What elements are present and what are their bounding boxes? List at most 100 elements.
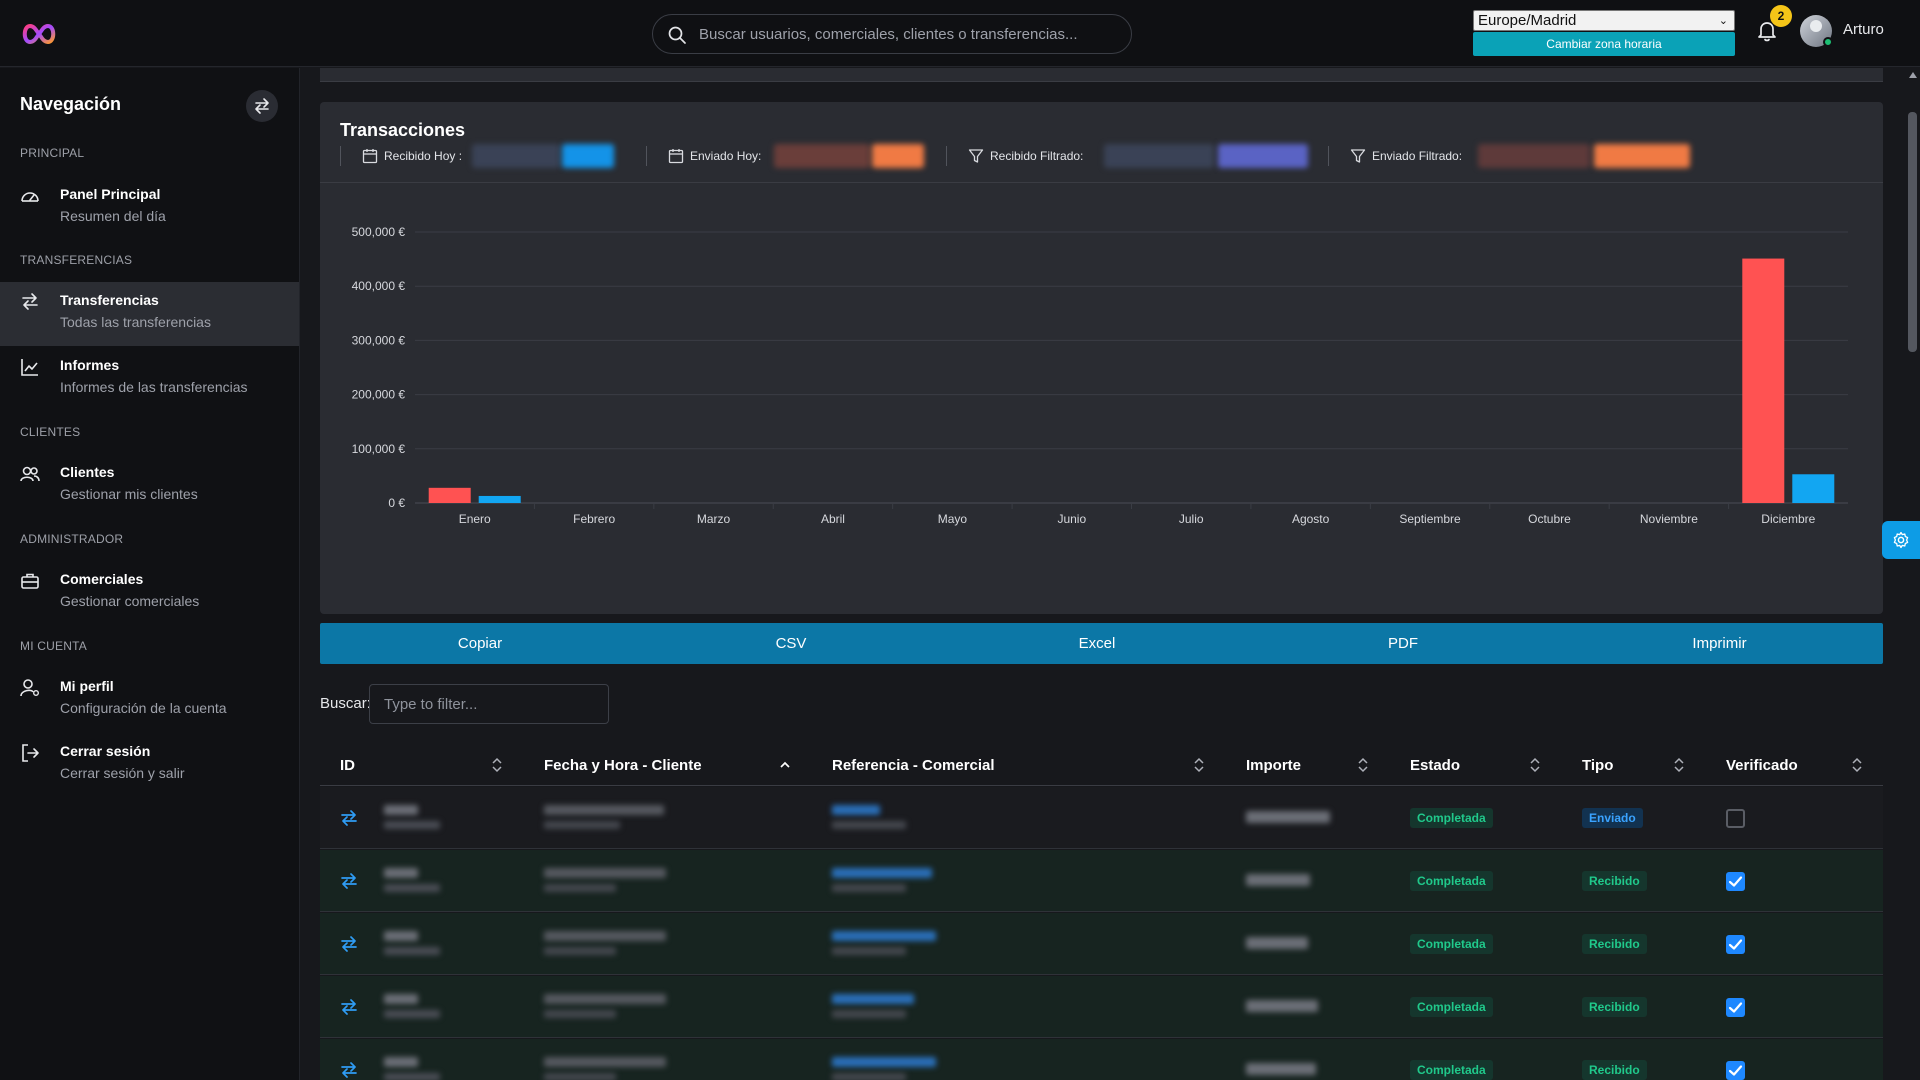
type-badge: Recibido — [1582, 871, 1647, 891]
sidebar-item-label: Panel Principal — [60, 186, 161, 202]
transactions-card: Transacciones Recibido Hoy : Enviado Hoy… — [320, 102, 1883, 614]
transfer-swap-icon[interactable] — [340, 999, 358, 1015]
checkmark-icon — [1728, 1065, 1743, 1076]
table-row[interactable]: Completada Recibido — [320, 1039, 1883, 1080]
sort-icon[interactable] — [1192, 756, 1206, 774]
transfer-swap-icon[interactable] — [340, 1062, 358, 1078]
y-tick-label: 100,000 € — [352, 442, 406, 456]
divider — [946, 146, 947, 166]
table-row[interactable]: Completada Recibido — [320, 850, 1883, 912]
redacted-client — [544, 947, 616, 955]
x-tick-label: Abril — [821, 512, 845, 526]
excel-button[interactable]: Excel — [944, 623, 1250, 664]
redacted-badge — [872, 144, 924, 168]
column-header-estado[interactable]: Estado — [1410, 757, 1460, 774]
checkmark-icon — [1728, 876, 1743, 887]
column-header-tipo[interactable]: Tipo — [1582, 757, 1613, 774]
sidebar-item-sublabel: Gestionar comerciales — [60, 593, 200, 609]
bar — [1742, 258, 1785, 503]
filter-label: Buscar: — [320, 695, 371, 712]
sidebar-item-mi-perfil[interactable]: Mi perfil Configuración de la cuenta — [0, 668, 299, 732]
top-bar: Europe/Madrid ⌄ Cambiar zona horaria 2 A… — [0, 0, 1920, 67]
redacted-client — [544, 1010, 616, 1018]
column-header-referencia[interactable]: Referencia - Comercial — [832, 757, 995, 774]
sidebar-item-informes[interactable]: Informes Informes de las transferencias — [0, 347, 299, 411]
copy-button[interactable]: Copiar — [320, 623, 640, 664]
redacted-amount — [1246, 811, 1330, 823]
user-gear-icon — [20, 679, 39, 697]
sort-icon[interactable] — [490, 756, 504, 774]
verified-checkbox[interactable] — [1726, 1061, 1745, 1080]
transfer-swap-icon[interactable] — [340, 873, 358, 889]
sidebar-item-label: Clientes — [60, 464, 115, 480]
search-input[interactable] — [699, 23, 1109, 45]
scroll-up-arrow-icon[interactable] — [1909, 72, 1917, 78]
redacted-value — [774, 144, 870, 168]
sidebar-toggle-button[interactable] — [246, 90, 278, 122]
y-tick-label: 300,000 € — [352, 333, 406, 347]
sidebar-item-label: Transferencias — [60, 292, 159, 308]
redacted-badge — [562, 144, 614, 168]
timezone-select[interactable]: Europe/Madrid ⌄ — [1473, 10, 1735, 31]
bar — [1792, 474, 1835, 503]
transfer-swap-icon[interactable] — [340, 810, 358, 826]
global-search[interactable] — [652, 14, 1132, 54]
divider — [646, 146, 647, 166]
verified-checkbox[interactable] — [1726, 935, 1745, 954]
redacted-commercial — [832, 884, 906, 892]
change-timezone-button[interactable]: Cambiar zona horaria — [1473, 32, 1735, 56]
sidebar-item-cerrar-sesion[interactable]: Cerrar sesión Cerrar sesión y salir — [0, 733, 299, 797]
type-badge: Recibido — [1582, 997, 1647, 1017]
sidebar-item-comerciales[interactable]: Comerciales Gestionar comerciales — [0, 561, 299, 625]
sort-icon[interactable] — [1672, 756, 1686, 774]
user-name[interactable]: Arturo — [1843, 21, 1884, 38]
column-header-importe[interactable]: Importe — [1246, 757, 1301, 774]
redacted-amount — [1246, 937, 1308, 949]
verified-checkbox[interactable] — [1726, 809, 1745, 828]
x-tick-label: Septiembre — [1399, 512, 1461, 526]
print-button[interactable]: Imprimir — [1556, 623, 1883, 664]
brand-logo-icon[interactable] — [20, 20, 58, 48]
sort-icon[interactable] — [1528, 756, 1542, 774]
previous-card-edge — [320, 68, 1883, 82]
column-header-fecha[interactable]: Fecha y Hora - Cliente — [544, 757, 702, 774]
table-row[interactable]: Completada Enviado — [320, 787, 1883, 849]
column-header-verificado[interactable]: Verificado — [1726, 757, 1798, 774]
redacted-commercial — [832, 1073, 906, 1080]
sort-asc-icon[interactable] — [778, 756, 792, 774]
sidebar-item-label: Cerrar sesión — [60, 743, 151, 759]
redacted-commercial — [832, 821, 906, 829]
stat-label: Recibido Filtrado: — [990, 149, 1084, 163]
sidebar-item-transferencias[interactable]: Transferencias Todas las transferencias — [0, 282, 299, 346]
sidebar-item-label: Mi perfil — [60, 678, 114, 694]
redacted-value — [1478, 144, 1590, 168]
divider — [340, 146, 341, 166]
table-filter-input[interactable] — [369, 684, 609, 724]
x-tick-label: Octubre — [1528, 512, 1571, 526]
stat-label: Enviado Hoy: — [690, 149, 762, 163]
stat-sent-filtered: Enviado Filtrado: — [1350, 144, 1700, 168]
redacted-id — [384, 868, 418, 878]
search-icon — [668, 26, 686, 44]
scrollbar-thumb[interactable] — [1908, 112, 1917, 352]
settings-panel-button[interactable] — [1882, 521, 1920, 559]
filter-icon — [1350, 149, 1366, 163]
sidebar-item-sublabel: Gestionar mis clientes — [60, 486, 198, 502]
transfer-swap-icon[interactable] — [340, 936, 358, 952]
verified-checkbox[interactable] — [1726, 998, 1745, 1017]
verified-checkbox[interactable] — [1726, 872, 1745, 891]
column-header-id[interactable]: ID — [340, 757, 355, 774]
pdf-button[interactable]: PDF — [1250, 623, 1556, 664]
status-badge: Completada — [1410, 871, 1493, 891]
sort-icon[interactable] — [1850, 756, 1864, 774]
redacted-id-sub — [384, 947, 440, 955]
table-row[interactable]: Completada Recibido — [320, 913, 1883, 975]
sidebar-item-clientes[interactable]: Clientes Gestionar mis clientes — [0, 454, 299, 518]
sidebar-item-panel-principal[interactable]: Panel Principal Resumen del día — [0, 176, 299, 240]
csv-button[interactable]: CSV — [638, 623, 944, 664]
stat-received-filtered: Recibido Filtrado: — [968, 144, 1318, 168]
table-row[interactable]: Completada Recibido — [320, 976, 1883, 1038]
sort-icon[interactable] — [1356, 756, 1370, 774]
redacted-id — [384, 994, 418, 1004]
page-scrollbar[interactable] — [1905, 68, 1920, 1080]
